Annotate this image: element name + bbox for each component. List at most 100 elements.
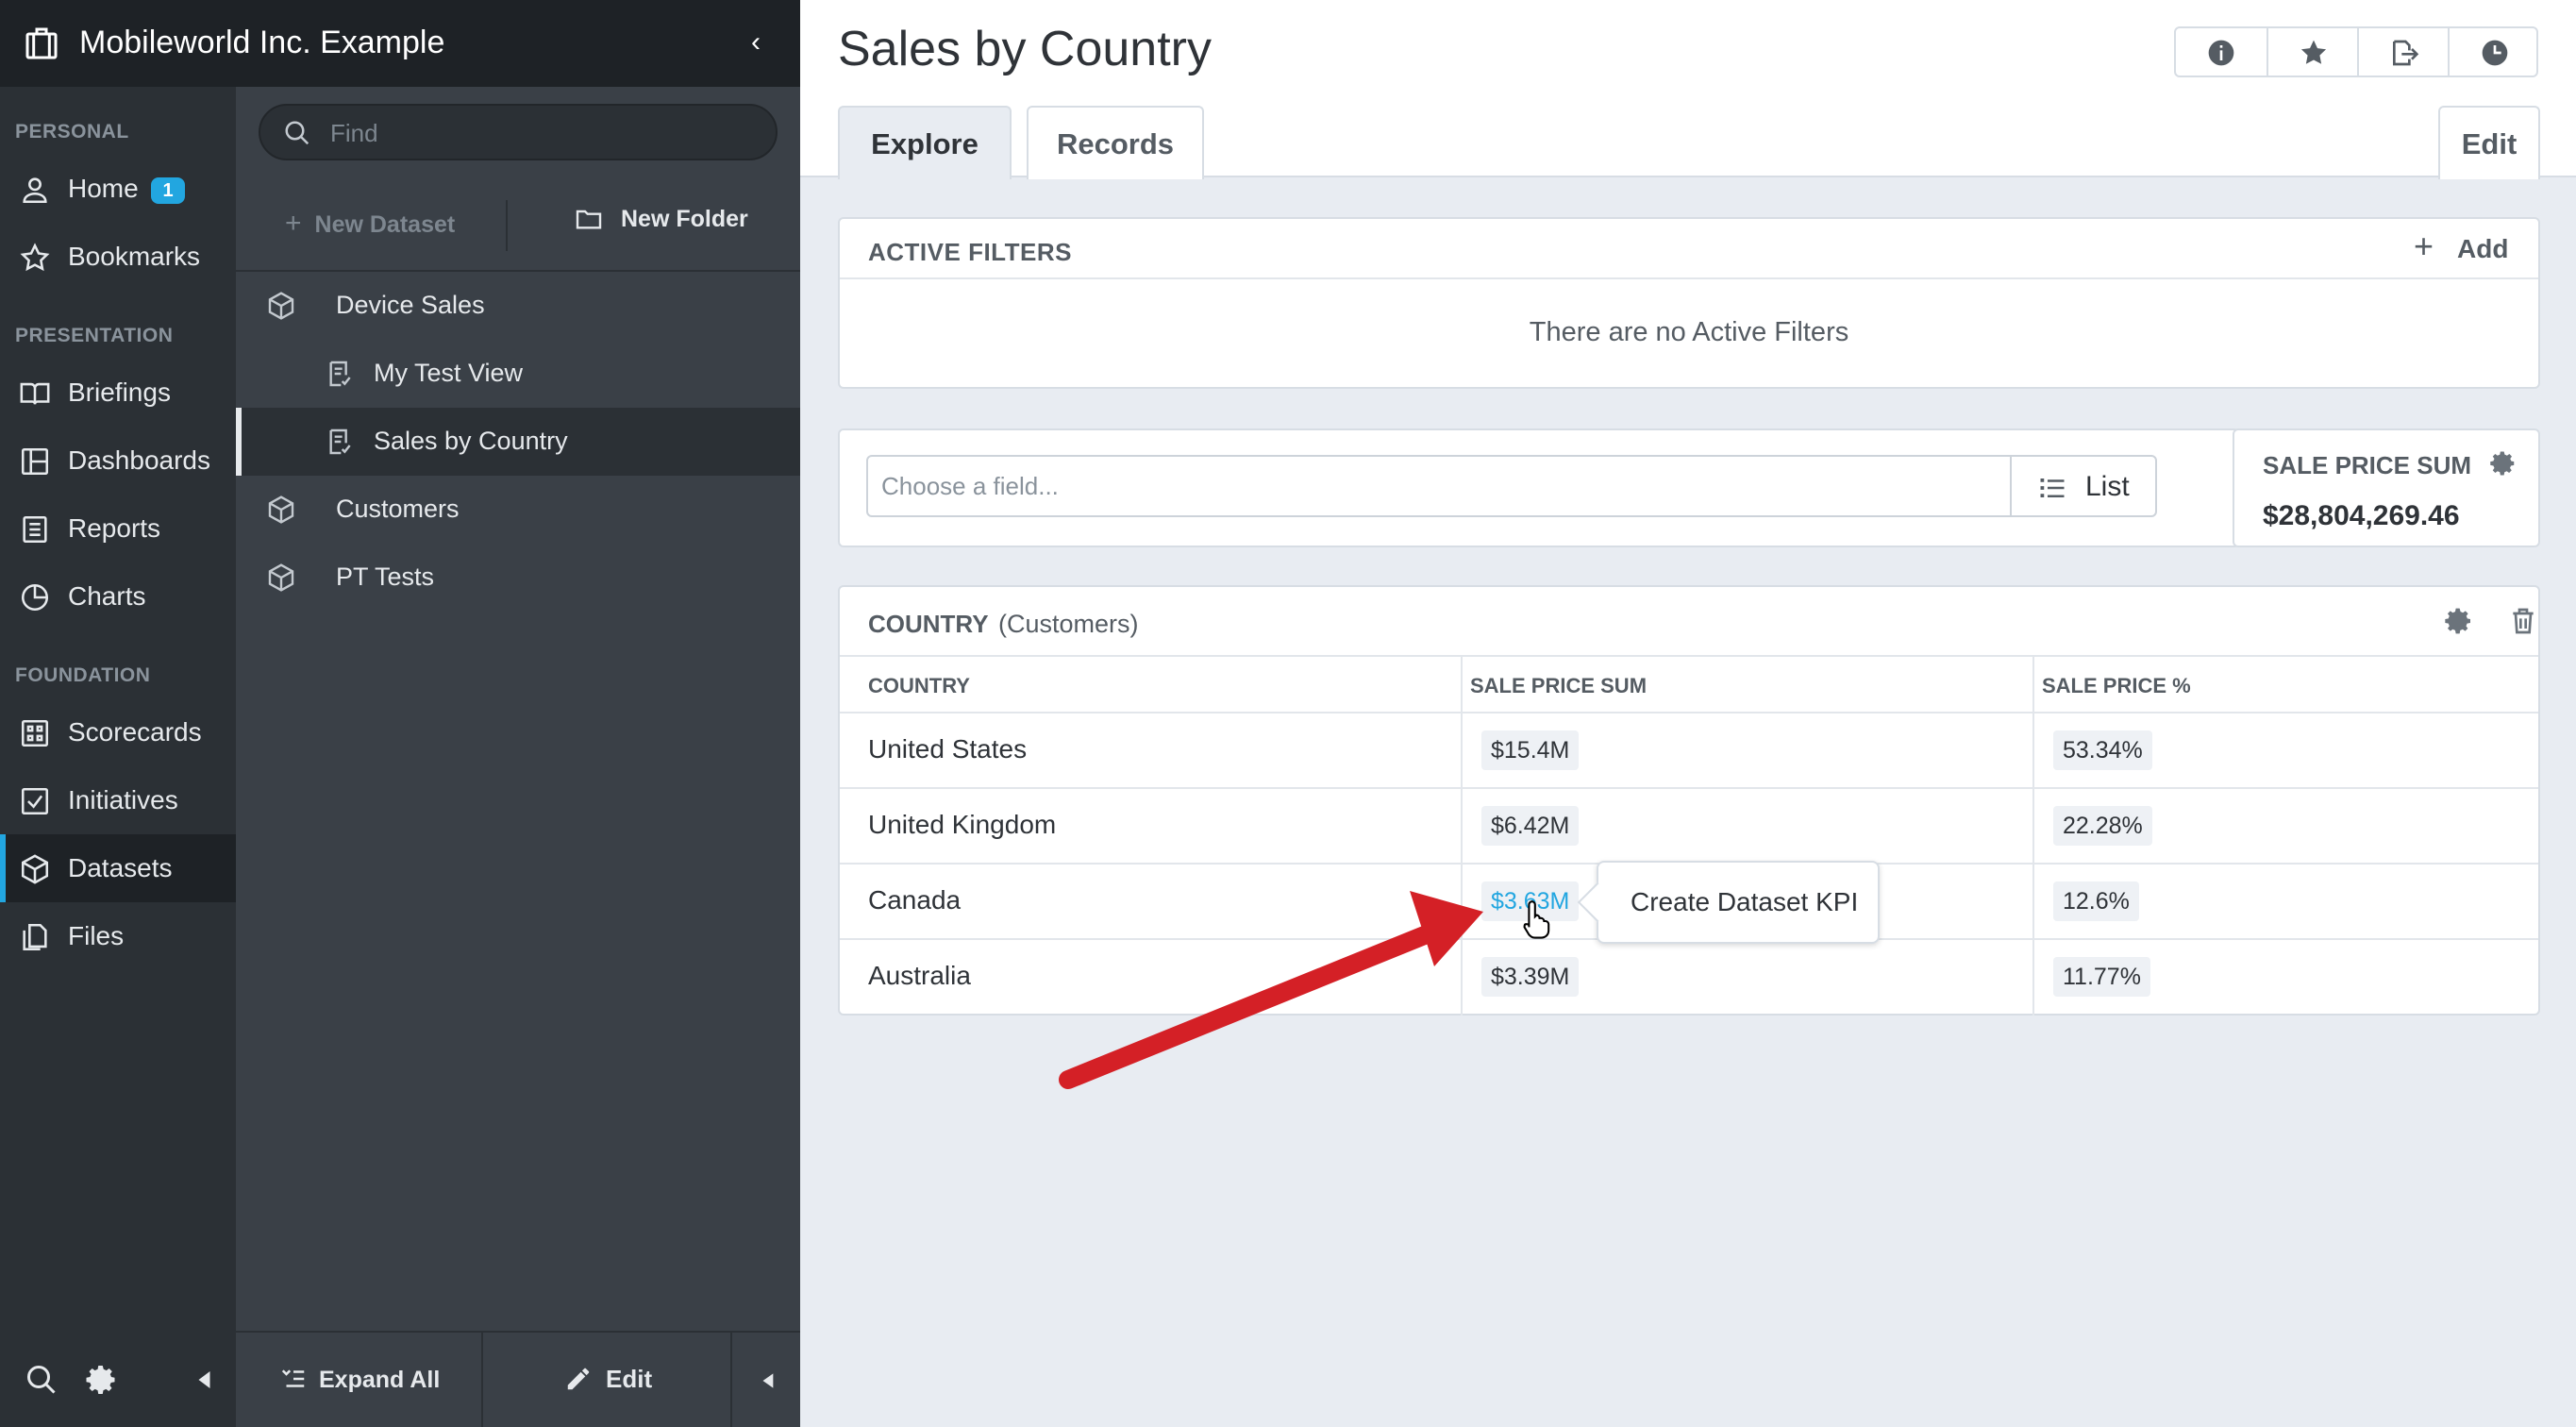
tab-records[interactable]: Records: [1027, 106, 1204, 179]
add-filter-button[interactable]: + Add: [2414, 227, 2509, 265]
gear-icon[interactable]: [85, 1363, 119, 1397]
table-row-pct[interactable]: 22.28%: [2053, 806, 2152, 846]
org-header: Mobileworld Inc. Example ‹: [0, 0, 800, 87]
dashboard-icon: [21, 447, 49, 476]
column-divider: [1461, 657, 1463, 1016]
create-kpi-tooltip[interactable]: Create Dataset KPI: [1597, 861, 1880, 944]
column-header-sale-price-sum[interactable]: SALE PRICE SUM: [1470, 674, 1647, 698]
nav-item-label: Datasets: [68, 853, 173, 882]
table-row-pct[interactable]: 12.6%: [2053, 881, 2139, 921]
pie-chart-icon: [21, 583, 49, 612]
user-icon: [23, 177, 47, 204]
tree-footer: Expand All Edit: [236, 1331, 800, 1427]
gear-icon[interactable]: [2444, 606, 2474, 636]
info-button[interactable]: [2176, 28, 2267, 76]
dataset-tree-panel: + New Dataset New Folder Device Sales My …: [236, 87, 800, 1427]
table-row-pct[interactable]: 53.34%: [2053, 730, 2152, 770]
field-select[interactable]: Choose a field... List: [866, 455, 2157, 517]
table-row-sum[interactable]: $15.4M: [1481, 730, 1580, 770]
column-header-sale-price-pct[interactable]: SALE PRICE %: [2042, 674, 2191, 698]
tree-item-label: Sales by Country: [374, 427, 568, 455]
list-view-label: List: [2085, 471, 2130, 502]
nav-item-initiatives[interactable]: Initiatives: [0, 766, 236, 834]
add-filter-label: Add: [2457, 234, 2509, 263]
tree-item-device-sales[interactable]: Device Sales: [236, 272, 800, 340]
tree-item-my-test-view[interactable]: My Test View: [236, 340, 800, 408]
new-folder-button[interactable]: New Folder: [576, 206, 748, 233]
gear-icon[interactable]: [2489, 449, 2517, 478]
nav-item-briefings[interactable]: Briefings: [0, 359, 236, 427]
divider: [481, 1333, 483, 1427]
export-button[interactable]: [2357, 28, 2448, 76]
tree-edit-label: Edit: [606, 1365, 653, 1393]
country-table-card: COUNTRY (Customers) COUNTRY SALE PRICE S…: [838, 585, 2540, 1016]
tab-explore[interactable]: Explore: [838, 106, 1012, 179]
column-header-country[interactable]: COUNTRY: [868, 674, 970, 698]
org-name: Mobileworld Inc. Example: [79, 25, 445, 60]
tree-item-customers[interactable]: Customers: [236, 476, 800, 544]
expand-list-icon: [281, 1369, 305, 1387]
star-icon: [20, 243, 50, 272]
table-row-country: Australia: [868, 961, 971, 990]
expand-all-label: Expand All: [319, 1367, 441, 1393]
table-subtitle: (Customers): [998, 610, 1139, 638]
collapse-panel-icon[interactable]: [757, 1368, 781, 1393]
view-icon: [329, 428, 351, 455]
history-button[interactable]: [2448, 28, 2538, 76]
nav-item-bookmarks[interactable]: Bookmarks: [0, 223, 236, 291]
tree-item-sales-by-country[interactable]: Sales by Country: [236, 408, 800, 476]
nav-item-files[interactable]: Files: [0, 902, 236, 970]
nav-item-charts[interactable]: Charts: [0, 562, 236, 630]
bookmark-button[interactable]: [2267, 28, 2357, 76]
trash-icon[interactable]: [2508, 606, 2538, 636]
nav-item-dashboards[interactable]: Dashboards: [0, 427, 236, 495]
nav-item-label: Dashboards: [68, 445, 210, 475]
table-row-pct[interactable]: 11.77%: [2053, 957, 2150, 997]
tree-actions: + New Dataset New Folder: [236, 179, 800, 272]
page-header: Sales by Country Explore Records Edit: [800, 0, 2576, 179]
nav-section-presentation: PRESENTATION: [15, 325, 174, 346]
cube-icon: [268, 495, 294, 524]
nav-item-label: Files: [68, 921, 125, 950]
nav-item-home[interactable]: Home 1: [0, 155, 236, 223]
find-box[interactable]: [259, 104, 778, 160]
table-row-sum[interactable]: $3.39M: [1481, 957, 1580, 997]
expand-all-button[interactable]: Expand All: [279, 1365, 440, 1394]
nav-item-label: Charts: [68, 581, 146, 611]
field-chooser-card: Choose a field... List: [838, 428, 2240, 547]
tree-item-pt-tests[interactable]: PT Tests: [236, 544, 800, 612]
table-row-sum-hovered[interactable]: $3.63M: [1481, 881, 1580, 921]
no-filters-message: There are no Active Filters: [1529, 317, 1849, 347]
kpi-value: $28,804,269.46: [2263, 500, 2460, 531]
list-view-button[interactable]: List: [2010, 455, 2157, 517]
info-icon: [2208, 40, 2234, 66]
search-icon[interactable]: [25, 1363, 59, 1397]
collapse-nav-icon[interactable]: [189, 1363, 223, 1397]
page-title: Sales by Country: [838, 22, 1212, 76]
table-row-country: United States: [868, 734, 1028, 764]
main-nav: PERSONAL Home 1 Bookmarks PRESENTATION B…: [0, 0, 236, 1427]
clock-icon: [2482, 40, 2508, 66]
table-row-sum[interactable]: $6.42M: [1481, 806, 1580, 846]
tree-edit-button[interactable]: Edit: [564, 1365, 652, 1394]
table-header: COUNTRY (Customers): [840, 587, 2538, 657]
page-toolbar: [2174, 26, 2538, 77]
plus-icon: +: [285, 208, 302, 239]
report-icon: [23, 515, 47, 544]
pencil-icon: [567, 1368, 590, 1390]
cube-icon: [268, 292, 294, 320]
nav-item-label: Briefings: [68, 378, 171, 407]
new-dataset-button[interactable]: + New Dataset: [285, 208, 455, 240]
active-filters-title: ACTIVE FILTERS: [868, 238, 1072, 266]
folder-icon: [576, 210, 602, 229]
nav-item-scorecards[interactable]: Scorecards: [0, 698, 236, 766]
nav-item-reports[interactable]: Reports: [0, 495, 236, 562]
edit-button[interactable]: Edit: [2438, 106, 2540, 179]
nav-item-label: Scorecards: [68, 717, 202, 747]
nav-item-datasets[interactable]: Datasets: [0, 834, 236, 902]
nav-item-label: Initiatives: [68, 785, 178, 814]
nav-item-label: Home: [68, 174, 139, 203]
find-input[interactable]: [330, 115, 755, 151]
cube-icon: [21, 854, 49, 884]
chevron-left-icon[interactable]: ‹: [751, 26, 761, 59]
